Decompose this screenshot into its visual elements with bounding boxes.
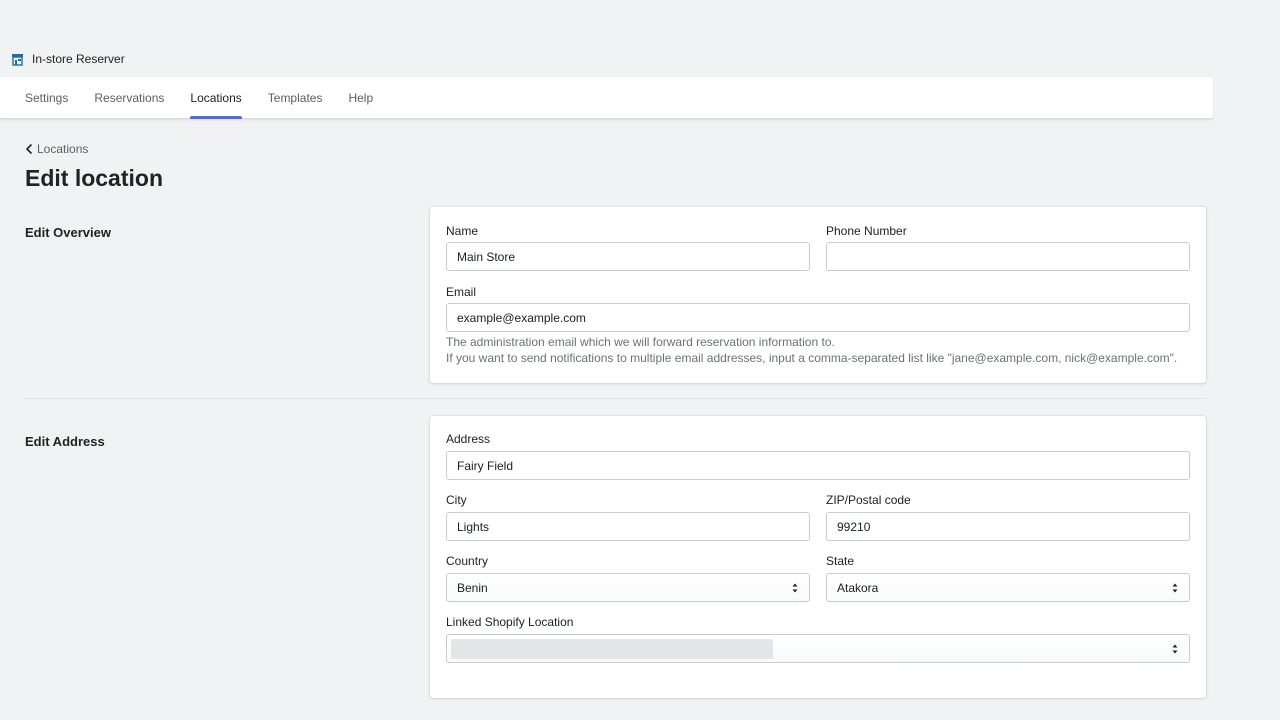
country-label: Country xyxy=(446,554,489,568)
state-label: State xyxy=(826,554,855,568)
page-title: Edit location xyxy=(25,165,163,191)
address-label: Address xyxy=(446,432,491,446)
app-title: In-store Reserver xyxy=(32,52,125,66)
name-label: Name xyxy=(446,224,479,238)
select-arrows-icon xyxy=(791,582,799,594)
breadcrumb-label: Locations xyxy=(37,142,89,156)
linked-location-loading-placeholder xyxy=(451,638,773,659)
main-tabs: Settings Reservations Locations Template… xyxy=(0,77,1213,119)
state-select-value: Atakora xyxy=(837,580,879,595)
email-input[interactable] xyxy=(446,303,1190,332)
phone-input[interactable] xyxy=(826,242,1190,271)
tab-templates[interactable]: Templates xyxy=(255,77,336,118)
email-label: Email xyxy=(446,285,477,299)
email-help-text-2: If you want to send notifications to mul… xyxy=(446,351,1178,365)
select-arrows-icon xyxy=(1171,582,1179,594)
linked-location-select[interactable] xyxy=(446,634,1190,663)
zip-label: ZIP/Postal code xyxy=(826,493,911,507)
overview-card: Name Phone Number Email The administrati… xyxy=(430,207,1206,383)
select-arrows-icon xyxy=(1171,643,1179,655)
breadcrumb[interactable]: Locations xyxy=(25,142,88,156)
linked-location-label: Linked Shopify Location xyxy=(446,615,574,629)
zip-input[interactable] xyxy=(826,512,1190,541)
state-select[interactable]: Atakora xyxy=(826,573,1190,602)
tab-locations[interactable]: Locations xyxy=(177,77,254,119)
name-input[interactable] xyxy=(446,242,810,271)
tab-reservations[interactable]: Reservations xyxy=(81,77,177,118)
section-divider xyxy=(25,398,1206,399)
country-select[interactable]: Benin xyxy=(446,573,810,602)
address-card: Address City ZIP/Postal code Country Ben… xyxy=(430,416,1206,698)
tab-settings[interactable]: Settings xyxy=(12,77,81,118)
country-select-value: Benin xyxy=(457,580,488,595)
address-input[interactable] xyxy=(446,451,1190,480)
chevron-left-icon xyxy=(25,144,37,154)
app-header: In-store Reserver xyxy=(0,48,125,70)
tab-help[interactable]: Help xyxy=(335,77,386,118)
section-title-address: Edit Address xyxy=(25,434,105,449)
city-label: City xyxy=(446,493,467,507)
phone-label: Phone Number xyxy=(826,224,907,238)
store-icon xyxy=(11,53,24,66)
city-input[interactable] xyxy=(446,512,810,541)
email-help-text-1: The administration email which we will f… xyxy=(446,335,835,349)
section-title-overview: Edit Overview xyxy=(25,225,111,240)
